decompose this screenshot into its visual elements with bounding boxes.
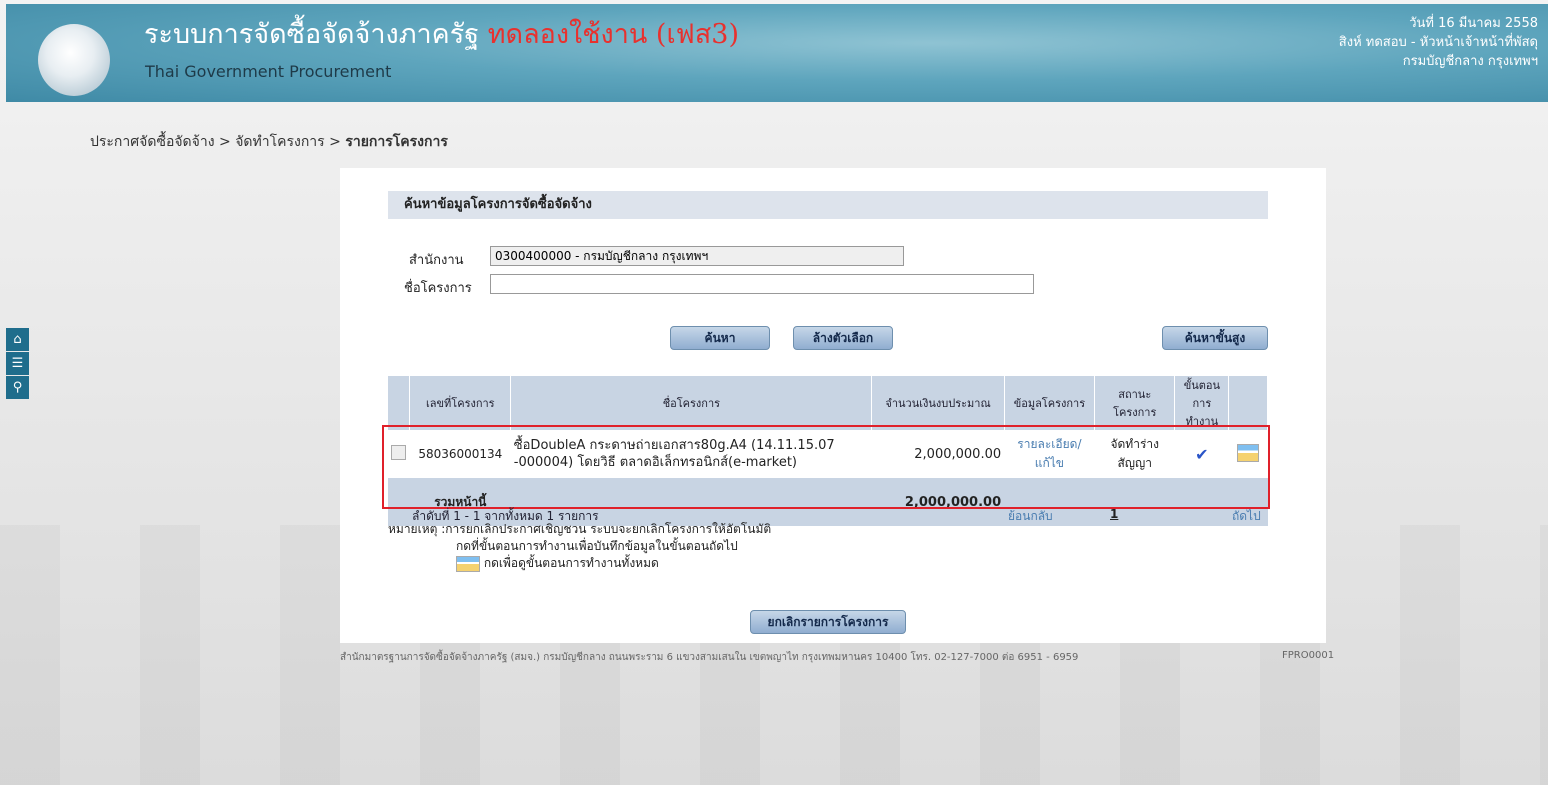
breadcrumb-separator: > (219, 134, 231, 150)
steps-header (1228, 376, 1268, 430)
budget-header: จำนวนเงินงบประมาณ (871, 376, 1005, 430)
search-button[interactable]: ค้นหา (670, 326, 770, 350)
breadcrumb-item-project-list: รายการโครงการ (345, 134, 448, 150)
footer-address: สำนักมาตรฐานการจัดซื้อจัดจ้างภาครัฐ (สมจ… (340, 652, 1079, 663)
menu-icon[interactable]: ☰ (6, 352, 29, 375)
user-info: วันที่ 16 มีนาคม 2558 สิงห์ ทดสอบ - หัวห… (1339, 14, 1538, 71)
side-nav: ⌂ ☰ ⚲ (6, 328, 29, 400)
steps-legend-icon (456, 555, 480, 572)
advanced-search-button[interactable]: ค้นหาขั้นสูง (1162, 326, 1268, 350)
office-field[interactable] (490, 246, 904, 266)
project-name-label: ชื่อโครงการ (404, 281, 472, 296)
user-name: สิงห์ ทดสอบ - หัวหน้าเจ้าหน้าที่พัสดุ (1338, 35, 1538, 50)
department-logo (38, 24, 110, 96)
note-line-2: กดที่ขั้นตอนการทำงานเพื่อบันทึกข้อมูลในข… (456, 539, 738, 553)
pager-next[interactable]: ถัดไป (1232, 507, 1261, 526)
search-section-title: ค้นหาข้อมูลโครงการจัดซื้อจัดจ้าง (388, 191, 1268, 219)
app-title-highlight: ทดลองใช้งาน (เฟส3) (487, 19, 739, 50)
select-header (388, 376, 411, 430)
breadcrumb-item-create-project[interactable]: จัดทำโครงการ (235, 134, 324, 150)
app-title-main: ระบบการจัดซื้อจัดจ้างภาครัฐ (144, 19, 480, 50)
note-line-1: หมายเหตุ :การยกเลิกประกาศเชิญชวน ระบบจะย… (388, 522, 772, 536)
pager-page[interactable]: 1 (1110, 507, 1118, 521)
note-line-3: กดเพื่อดูขั้นตอนการทำงานทั้งหมด (483, 556, 659, 570)
cancel-project-button[interactable]: ยกเลิกรายการโครงการ (750, 610, 906, 634)
footer-code: FPRO0001 (1282, 650, 1335, 661)
page-header: ระบบการจัดซื้อจัดจ้างภาครัฐ ทดลองใช้งาน … (6, 4, 1548, 102)
notes: หมายเหตุ :การยกเลิกประกาศเชิญชวน ระบบจะย… (388, 521, 771, 572)
row-highlight-box (382, 425, 1270, 509)
breadcrumb: ประกาศจัดซื้อจัดจ้าง > จัดทำโครงการ > รา… (90, 131, 448, 153)
work-step-header: ขั้นตอนการทำงาน (1174, 376, 1230, 430)
breadcrumb-separator: > (329, 134, 341, 150)
app-subtitle: Thai Government Procurement (145, 62, 392, 81)
app-title: ระบบการจัดซื้อจัดจ้างภาครัฐ ทดลองใช้งาน … (144, 12, 739, 55)
project-status-header: สถานะโครงการ (1094, 376, 1176, 430)
home-icon[interactable]: ⌂ (6, 328, 29, 351)
note-line-3-row: กดเพื่อดูขั้นตอนการทำงานทั้งหมด (388, 555, 771, 572)
project-name-header: ชื่อโครงการ (510, 376, 873, 430)
office-label: สำนักงาน (409, 253, 464, 268)
pager-prev[interactable]: ย้อนกลับ (1008, 507, 1053, 526)
project-id-header: เลขที่โครงการ (409, 376, 512, 430)
project-info-header: ข้อมูลโครงการ (1004, 376, 1096, 430)
current-date: วันที่ 16 มีนาคม 2558 (1409, 16, 1538, 31)
breadcrumb-item-announcement[interactable]: ประกาศจัดซื้อจัดจ้าง (90, 134, 215, 150)
search-icon[interactable]: ⚲ (6, 376, 29, 399)
clear-selection-button[interactable]: ล้างตัวเลือก (793, 326, 893, 350)
project-name-input[interactable] (490, 274, 1034, 294)
table-header-row: เลขที่โครงการ ชื่อโครงการ จำนวนเงินงบประ… (388, 376, 1268, 430)
user-department: กรมบัญชีกลาง กรุงเทพฯ (1402, 54, 1538, 69)
